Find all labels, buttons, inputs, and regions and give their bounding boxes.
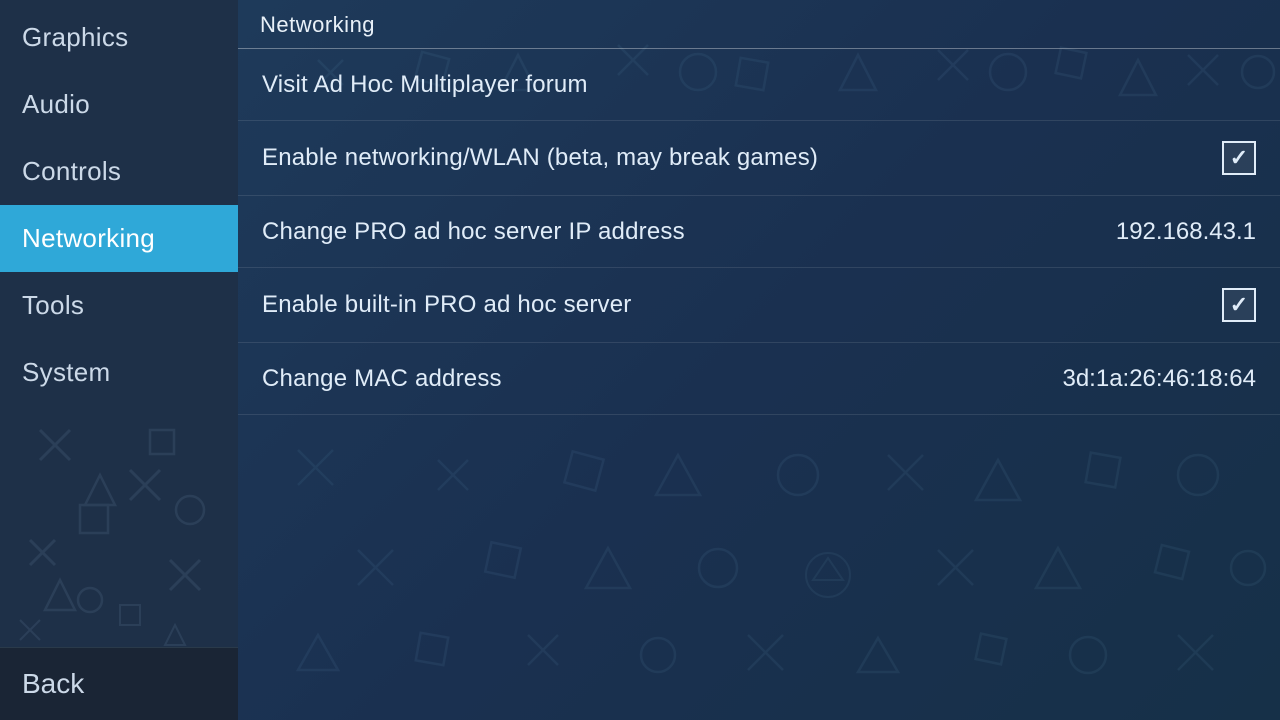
section-title: Networking <box>260 12 375 37</box>
sidebar-item-tools[interactable]: Tools <box>0 272 238 339</box>
setting-label-change-mac: Change MAC address <box>262 365 502 393</box>
setting-label-enable-pro-server: Enable built-in PRO ad hoc server <box>262 291 631 319</box>
sidebar: Graphics Audio Controls Networking Tools… <box>0 0 238 720</box>
setting-row-change-pro-ip[interactable]: Change PRO ad hoc server IP address 192.… <box>238 196 1280 268</box>
main-content: Networking Visit Ad Hoc Multiplayer foru… <box>238 0 1280 720</box>
setting-row-enable-networking[interactable]: Enable networking/WLAN (beta, may break … <box>238 121 1280 196</box>
setting-label-change-pro-ip: Change PRO ad hoc server IP address <box>262 218 685 246</box>
section-header: Networking <box>238 0 1280 49</box>
setting-row-enable-pro-server[interactable]: Enable built-in PRO ad hoc server <box>238 268 1280 343</box>
setting-row-change-mac[interactable]: Change MAC address 3d:1a:26:46:18:64 <box>238 343 1280 415</box>
setting-value-pro-ip: 192.168.43.1 <box>1116 218 1256 246</box>
sidebar-item-system[interactable]: System <box>0 339 238 406</box>
setting-value-mac: 3d:1a:26:46:18:64 <box>1062 365 1256 393</box>
sidebar-item-networking[interactable]: Networking <box>0 205 238 272</box>
sidebar-nav: Graphics Audio Controls Networking Tools… <box>0 0 238 647</box>
enable-networking-checkbox[interactable] <box>1222 141 1256 175</box>
settings-list: Visit Ad Hoc Multiplayer forum Enable ne… <box>238 49 1280 720</box>
back-button[interactable]: Back <box>0 647 238 720</box>
setting-label-visit-adhoc: Visit Ad Hoc Multiplayer forum <box>262 71 588 99</box>
sidebar-item-audio[interactable]: Audio <box>0 71 238 138</box>
sidebar-item-graphics[interactable]: Graphics <box>0 4 238 71</box>
sidebar-item-controls[interactable]: Controls <box>0 138 238 205</box>
setting-label-enable-networking: Enable networking/WLAN (beta, may break … <box>262 144 818 172</box>
setting-row-visit-adhoc[interactable]: Visit Ad Hoc Multiplayer forum <box>238 49 1280 121</box>
enable-pro-server-checkbox[interactable] <box>1222 288 1256 322</box>
